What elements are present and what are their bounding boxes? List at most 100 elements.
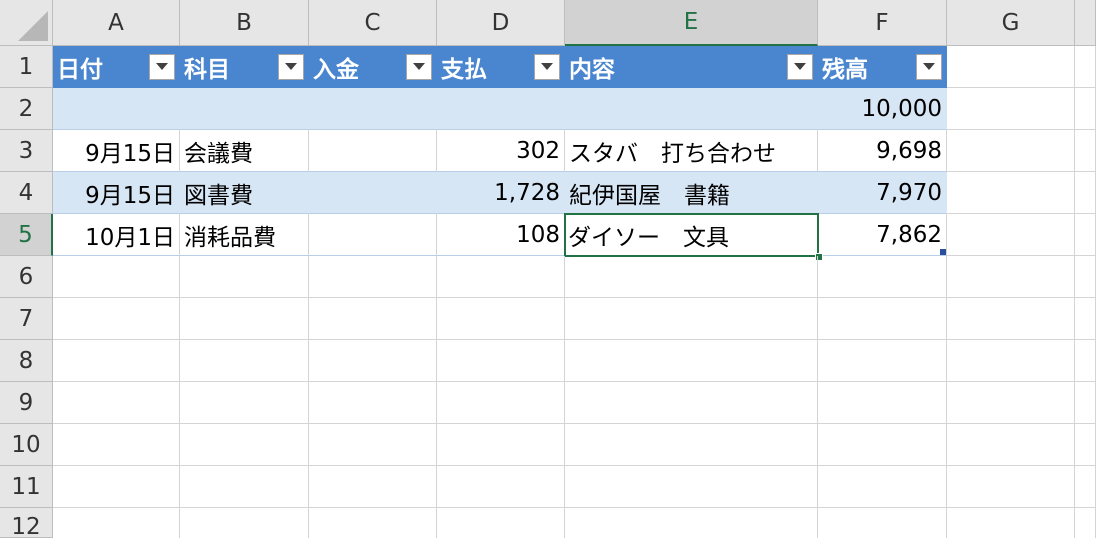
column-header-b[interactable]: B: [180, 0, 309, 46]
cell-d4[interactable]: 1,728: [437, 172, 565, 214]
cell-b11[interactable]: [180, 466, 309, 508]
cell-h1[interactable]: [1075, 46, 1096, 88]
cell-h9[interactable]: [1075, 382, 1096, 424]
cell-h11[interactable]: [1075, 466, 1096, 508]
cell-f8[interactable]: [818, 340, 947, 382]
cell-e6[interactable]: [565, 256, 818, 298]
row-header-7[interactable]: 7: [0, 298, 53, 340]
cell-g6[interactable]: [947, 256, 1075, 298]
cell-b12[interactable]: [180, 508, 309, 538]
row-header-11[interactable]: 11: [0, 466, 53, 508]
cell-c12[interactable]: [309, 508, 437, 538]
cell-c11[interactable]: [309, 466, 437, 508]
cell-f3[interactable]: 9,698: [818, 130, 947, 172]
cell-e10[interactable]: [565, 424, 818, 466]
cell-g5[interactable]: [947, 214, 1075, 256]
column-header-d[interactable]: D: [437, 0, 565, 46]
cell-d10[interactable]: [437, 424, 565, 466]
cell-e2[interactable]: [565, 88, 818, 130]
cell-d12[interactable]: [437, 508, 565, 538]
cell-a12[interactable]: [53, 508, 180, 538]
cell-c10[interactable]: [309, 424, 437, 466]
cell-e4[interactable]: 紀伊国屋 書籍: [565, 172, 818, 214]
cell-g9[interactable]: [947, 382, 1075, 424]
cell-a2[interactable]: [53, 88, 180, 130]
cell-f7[interactable]: [818, 298, 947, 340]
cell-f9[interactable]: [818, 382, 947, 424]
select-all-corner[interactable]: [0, 0, 53, 46]
cell-h7[interactable]: [1075, 298, 1096, 340]
filter-dropdown-payment[interactable]: [534, 53, 560, 80]
cell-f5[interactable]: 7,862: [818, 214, 947, 256]
cell-b8[interactable]: [180, 340, 309, 382]
row-header-8[interactable]: 8: [0, 340, 53, 382]
cell-e3[interactable]: スタバ 打ち合わせ: [565, 130, 818, 172]
table-header-cell[interactable]: 科目: [180, 46, 309, 88]
cell-c6[interactable]: [309, 256, 437, 298]
cell-f6[interactable]: [818, 256, 947, 298]
cell-f10[interactable]: [818, 424, 947, 466]
cell-b4[interactable]: 図書費: [180, 172, 309, 214]
row-header-5[interactable]: 5: [0, 214, 53, 256]
cell-h10[interactable]: [1075, 424, 1096, 466]
column-header-f[interactable]: F: [818, 0, 947, 46]
cell-c5[interactable]: [309, 214, 437, 256]
row-header-4[interactable]: 4: [0, 172, 53, 214]
cell-h8[interactable]: [1075, 340, 1096, 382]
column-header-a[interactable]: A: [53, 0, 180, 46]
cell-a9[interactable]: [53, 382, 180, 424]
cell-g4[interactable]: [947, 172, 1075, 214]
column-header-g[interactable]: G: [947, 0, 1075, 46]
cell-b6[interactable]: [180, 256, 309, 298]
row-header-3[interactable]: 3: [0, 130, 53, 172]
cell-b2[interactable]: [180, 88, 309, 130]
table-header-cell[interactable]: 日付: [53, 46, 180, 88]
cell-h5[interactable]: [1075, 214, 1096, 256]
cell-a5[interactable]: 10月1日: [53, 214, 180, 256]
cell-d7[interactable]: [437, 298, 565, 340]
cell-a3[interactable]: 9月15日: [53, 130, 180, 172]
cell-d6[interactable]: [437, 256, 565, 298]
filter-dropdown-deposit[interactable]: [406, 53, 432, 80]
cell-d2[interactable]: [437, 88, 565, 130]
cell-b10[interactable]: [180, 424, 309, 466]
cell-h12[interactable]: [1075, 508, 1096, 538]
cell-g10[interactable]: [947, 424, 1075, 466]
row-header-9[interactable]: 9: [0, 382, 53, 424]
cell-g2[interactable]: [947, 88, 1075, 130]
column-header-e[interactable]: E: [565, 0, 818, 46]
cell-d3[interactable]: 302: [437, 130, 565, 172]
column-header-c[interactable]: C: [309, 0, 437, 46]
cell-c3[interactable]: [309, 130, 437, 172]
table-header-cell[interactable]: 内容: [565, 46, 818, 88]
cell-g1[interactable]: [947, 46, 1075, 88]
cell-a4[interactable]: 9月15日: [53, 172, 180, 214]
cell-f4[interactable]: 7,970: [818, 172, 947, 214]
cell-h6[interactable]: [1075, 256, 1096, 298]
cell-a10[interactable]: [53, 424, 180, 466]
cell-a11[interactable]: [53, 466, 180, 508]
row-header-10[interactable]: 10: [0, 424, 53, 466]
cell-d5[interactable]: 108: [437, 214, 565, 256]
cell-g11[interactable]: [947, 466, 1075, 508]
table-header-cell[interactable]: 支払: [437, 46, 565, 88]
cell-g7[interactable]: [947, 298, 1075, 340]
cell-g3[interactable]: [947, 130, 1075, 172]
cell-f11[interactable]: [818, 466, 947, 508]
cell-d8[interactable]: [437, 340, 565, 382]
row-header-2[interactable]: 2: [0, 88, 53, 130]
cell-d11[interactable]: [437, 466, 565, 508]
table-header-cell[interactable]: 残高: [818, 46, 947, 88]
cell-e12[interactable]: [565, 508, 818, 538]
filter-dropdown-date[interactable]: [149, 53, 175, 80]
cell-g8[interactable]: [947, 340, 1075, 382]
column-header-h[interactable]: [1075, 0, 1096, 46]
cell-c2[interactable]: [309, 88, 437, 130]
cell-a8[interactable]: [53, 340, 180, 382]
cell-d9[interactable]: [437, 382, 565, 424]
row-header-6[interactable]: 6: [0, 256, 53, 298]
cell-a7[interactable]: [53, 298, 180, 340]
cell-h2[interactable]: [1075, 88, 1096, 130]
cell-a6[interactable]: [53, 256, 180, 298]
cell-c8[interactable]: [309, 340, 437, 382]
